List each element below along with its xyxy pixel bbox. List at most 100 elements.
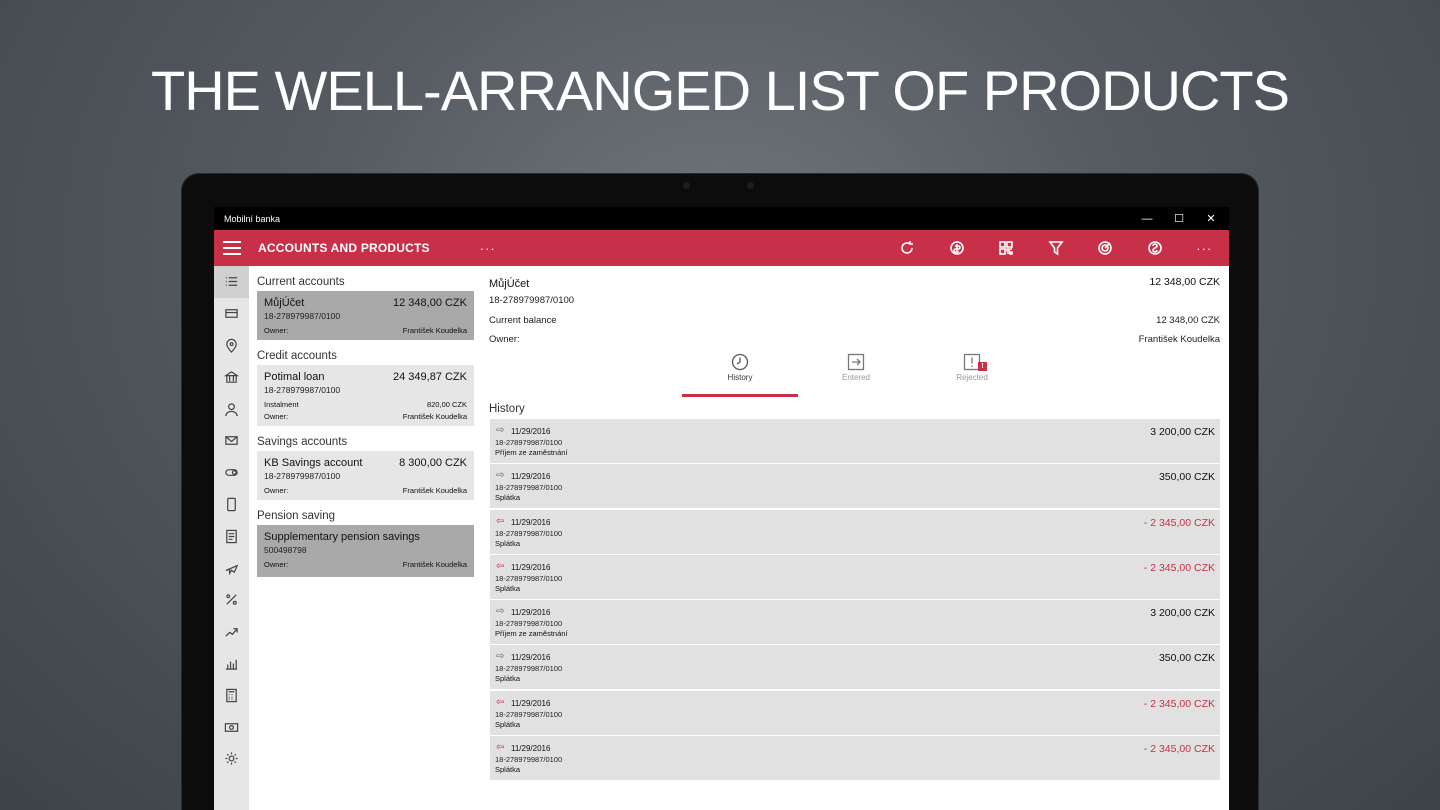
- tab-history[interactable]: History: [682, 353, 798, 397]
- mail-icon[interactable]: [214, 425, 249, 457]
- product-number: 18-278979987/0100: [264, 471, 341, 481]
- incoming-arrow-icon: ⇨: [496, 470, 505, 482]
- owner-label: Owner:: [489, 334, 520, 345]
- group-title-current-accounts: Current accounts: [257, 276, 345, 288]
- calculator-icon[interactable]: [214, 679, 249, 711]
- transaction-account: 18-278979987/0100: [495, 438, 563, 447]
- headline: THE WELL-ARRANGED LIST OF PRODUCTS: [150, 59, 1290, 122]
- card-icon[interactable]: [214, 298, 249, 330]
- location-icon[interactable]: [214, 330, 249, 362]
- transaction-description: Splátka: [495, 493, 521, 503]
- page-title: ACCOUNTS AND PRODUCTS: [258, 241, 430, 255]
- target-icon[interactable]: [1081, 230, 1131, 266]
- plane-icon[interactable]: [214, 552, 249, 584]
- person-icon[interactable]: [214, 393, 249, 425]
- transaction-row[interactable]: ⇨ 11/29/2016 18-278979987/0100 Příjem ze za…: [490, 600, 1220, 645]
- owner-label: Owner:: [264, 326, 289, 335]
- product-number: 500498798: [264, 545, 307, 555]
- transaction-description: Splátka: [495, 719, 521, 729]
- more-options-button[interactable]: ···: [1180, 230, 1230, 266]
- incoming-arrow-icon: ⇨: [496, 606, 505, 618]
- product-card-current-account[interactable]: MůjÚčet 12 348,00 CZK 18-278979987/0100 …: [257, 291, 474, 340]
- owner-value: František Koudelka: [402, 412, 467, 421]
- transaction-row[interactable]: ⇦ 11/29/2016 18-278979987/0100 Splátka - 2 3…: [490, 554, 1220, 599]
- refresh-icon[interactable]: [883, 230, 933, 266]
- phone-icon[interactable]: [214, 489, 249, 521]
- transaction-row[interactable]: ⇦ 11/29/2016 18-278979987/0100 Splátka - 2 3…: [490, 690, 1220, 735]
- cash-icon[interactable]: [214, 711, 249, 743]
- outgoing-arrow-icon: ⇦: [496, 560, 505, 572]
- active-tab-indicator: [682, 394, 798, 397]
- transaction-date: 11/29/2016: [511, 608, 551, 618]
- transaction-description: Splátka: [495, 583, 521, 593]
- product-name: Supplementary pension savings: [264, 531, 420, 543]
- chart-icon[interactable]: [214, 648, 249, 680]
- transaction-row[interactable]: ⇦ 11/29/2016 18-278979987/0100 Splátka - 2 3…: [490, 736, 1220, 781]
- transaction-account: 18-278979987/0100: [495, 709, 563, 719]
- transaction-amount: 350,00 CZK: [1158, 652, 1215, 665]
- settings-icon[interactable]: [214, 743, 249, 775]
- product-card-loan[interactable]: Potimal loan 24 349,87 CZK 18-278979987/…: [257, 365, 474, 426]
- transaction-amount: - 2 345,00 CZK: [1143, 743, 1215, 756]
- tab-entered[interactable]: Entered: [798, 353, 914, 397]
- tab-label: History: [727, 373, 753, 382]
- transaction-date: 11/29/2016: [511, 472, 551, 482]
- window-titlebar: Mobilní banka — ☐ ✕: [214, 207, 1229, 230]
- hamburger-menu-icon[interactable]: [214, 230, 250, 266]
- transaction-date: 11/29/2016: [511, 698, 551, 708]
- more-options-button[interactable]: ···: [480, 241, 496, 256]
- product-card-savings[interactable]: KB Savings account 8 300,00 CZK 18-27897…: [257, 451, 474, 500]
- transaction-account: 18-278979987/0100: [495, 664, 563, 674]
- filter-icon[interactable]: [1031, 230, 1081, 266]
- owner-label: Owner:: [264, 560, 289, 569]
- transaction-account: 18-278979987/0100: [495, 619, 563, 629]
- list-icon[interactable]: [214, 266, 249, 298]
- toggle-icon[interactable]: [214, 457, 249, 489]
- transaction-amount: - 2 345,00 CZK: [1143, 697, 1215, 710]
- history-title: History: [489, 403, 525, 415]
- transaction-row[interactable]: ⇦ 11/29/2016 18-278979987/0100 Splátka - 2 3…: [490, 509, 1220, 554]
- transaction-row[interactable]: ⇨ 11/29/2016 18-278979987/0100 Splátka 350,0…: [490, 464, 1220, 509]
- transaction-row[interactable]: ⇨ 11/29/2016 18-278979987/0100 Splátka 350,0…: [490, 645, 1220, 690]
- transaction-amount: 350,00 CZK: [1158, 471, 1215, 484]
- bank-icon[interactable]: [214, 361, 249, 393]
- transaction-description: Splátka: [495, 765, 521, 775]
- transaction-amount: 3 200,00 CZK: [1150, 426, 1215, 438]
- coin-transfer-icon[interactable]: [932, 230, 982, 266]
- clock-icon: [731, 353, 749, 371]
- transaction-account: 18-278979987/0100: [495, 755, 563, 765]
- qr-code-icon[interactable]: [982, 230, 1032, 266]
- history-tabs: History Entered ! Rejected: [682, 353, 1030, 397]
- currency-exchange-icon[interactable]: [1130, 230, 1180, 266]
- group-title-credit-accounts: Credit accounts: [257, 350, 337, 362]
- product-amount: 8 300,00 CZK: [399, 457, 467, 469]
- minimize-button[interactable]: —: [1131, 207, 1163, 230]
- transaction-date: 11/29/2016: [511, 653, 551, 663]
- tab-label: Rejected: [956, 373, 988, 382]
- product-card-pension[interactable]: Supplementary pension savings 500498798 …: [257, 525, 474, 577]
- transaction-account: 18-278979987/0100: [495, 483, 563, 493]
- transaction-account: 18-278979987/0100: [495, 573, 563, 583]
- maximize-button[interactable]: ☐: [1163, 207, 1195, 230]
- transaction-amount: 3 200,00 CZK: [1150, 607, 1215, 620]
- detail-account-number: 18-278979987/0100: [489, 295, 575, 306]
- detail-account-name: MůjÚčet: [489, 278, 530, 290]
- account-detail: MůjÚčet 12 348,00 CZK 18-278979987/0100 …: [489, 266, 1220, 810]
- tab-rejected[interactable]: ! Rejected: [914, 353, 1030, 397]
- more-options-label: ···: [1196, 240, 1213, 256]
- camera-icon: [683, 182, 690, 189]
- percent-icon[interactable]: [214, 584, 249, 616]
- trend-icon[interactable]: [214, 616, 249, 648]
- close-button[interactable]: ✕: [1195, 207, 1227, 230]
- transaction-date: 11/29/2016: [511, 562, 551, 572]
- outgoing-arrow-icon: ⇦: [496, 742, 505, 754]
- balance-label: Current balance: [489, 315, 557, 326]
- rejected-badge: !: [978, 362, 987, 371]
- entered-icon: [847, 353, 865, 371]
- transaction-row[interactable]: ⇨ 11/29/2016 18-278979987/0100 Příjem ze za…: [490, 419, 1220, 463]
- product-number: 18-278979987/0100: [264, 311, 341, 321]
- transaction-amount: - 2 345,00 CZK: [1143, 516, 1215, 529]
- transaction-date: 11/29/2016: [511, 744, 551, 754]
- group-title-savings-accounts: Savings accounts: [257, 436, 348, 448]
- document-icon[interactable]: [214, 520, 249, 552]
